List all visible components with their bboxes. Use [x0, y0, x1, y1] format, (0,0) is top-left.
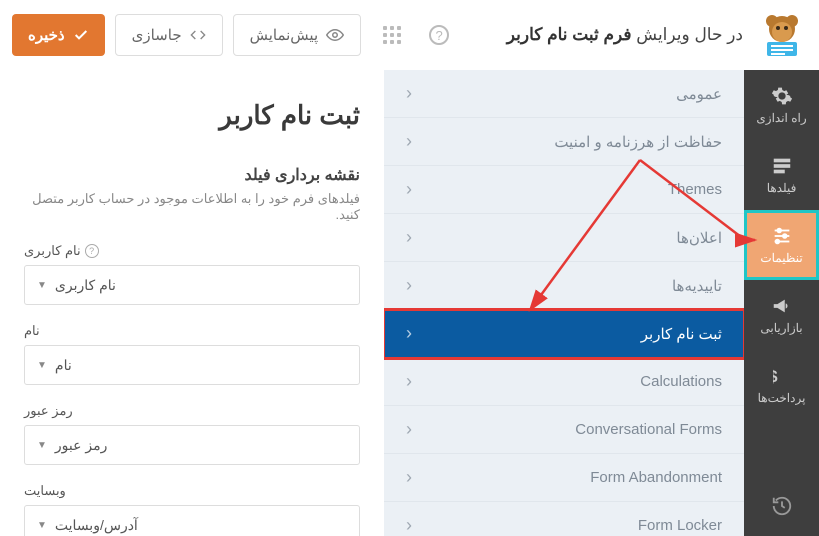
- settings-item-themes[interactable]: Themes‹: [384, 166, 744, 214]
- sidenav-marketing[interactable]: بازاریابی: [744, 280, 819, 350]
- settings-item-abandonment[interactable]: Form Abandonment‹: [384, 454, 744, 502]
- chevron-left-icon: ‹: [406, 275, 412, 296]
- username-select[interactable]: نام کاربری▼: [24, 265, 360, 305]
- sidenav-fields[interactable]: فیلدها: [744, 140, 819, 210]
- settings-panel: ثبت نام کاربر نقشه برداری فیلد فیلدهای ف…: [0, 70, 384, 536]
- caret-down-icon: ▼: [37, 360, 47, 371]
- dollar-icon: $: [773, 365, 791, 387]
- app-logo: [757, 10, 807, 60]
- caret-down-icon: ▼: [37, 280, 47, 291]
- gear-icon: [771, 85, 793, 107]
- history-icon[interactable]: [744, 476, 819, 536]
- chevron-left-icon: ‹: [406, 179, 412, 200]
- name-label: نام: [24, 323, 360, 339]
- settings-item-user-registration[interactable]: ثبت نام کاربر‹: [384, 310, 744, 358]
- chevron-left-icon: ‹: [406, 83, 412, 104]
- preview-button[interactable]: پیش‌نمایش: [233, 14, 362, 56]
- eye-icon: [326, 26, 344, 44]
- field-mapping-heading: نقشه برداری فیلد: [24, 165, 360, 185]
- caret-down-icon: ▼: [37, 520, 47, 531]
- caret-down-icon: ▼: [37, 440, 47, 451]
- page-title: در حال ویرایش فرم ثبت نام کاربر: [507, 25, 743, 45]
- chevron-left-icon: ‹: [406, 323, 412, 344]
- sidenav-payments[interactable]: $ پرداخت‌ها: [744, 350, 819, 420]
- sidenav-setup[interactable]: راه اندازی: [744, 70, 819, 140]
- chevron-left-icon: ‹: [406, 515, 412, 536]
- settings-item-calculations[interactable]: Calculations‹: [384, 358, 744, 406]
- website-label: وبسایت: [24, 483, 360, 499]
- name-select[interactable]: نام▼: [24, 345, 360, 385]
- chevron-left-icon: ‹: [406, 227, 412, 248]
- help-icon[interactable]: ?: [429, 25, 449, 45]
- apps-grid-icon[interactable]: [383, 26, 401, 44]
- field-mapping-description: فیلدهای فرم خود را به اطلاعات موجود در ح…: [24, 191, 360, 223]
- settings-item-confirmations[interactable]: تاییدیه‌ها‹: [384, 262, 744, 310]
- code-icon: [190, 27, 206, 43]
- form-icon: [771, 155, 793, 177]
- password-select[interactable]: رمز عبور▼: [24, 425, 360, 465]
- check-icon: [73, 27, 89, 43]
- chevron-left-icon: ‹: [406, 131, 412, 152]
- chevron-left-icon: ‹: [406, 419, 412, 440]
- settings-list: عمومی‹ حفاظت از هرزنامه و امنیت‹ Themes‹…: [384, 70, 744, 536]
- chevron-left-icon: ‹: [406, 467, 412, 488]
- password-label: رمز عبور: [24, 403, 360, 419]
- settings-item-conversational[interactable]: Conversational Forms‹: [384, 406, 744, 454]
- website-select[interactable]: آدرس/وبسایت▼: [24, 505, 360, 536]
- settings-item-general[interactable]: عمومی‹: [384, 70, 744, 118]
- settings-item-notifications[interactable]: اعلان‌ها‹: [384, 214, 744, 262]
- sidenav-settings[interactable]: تنظیمات: [744, 210, 819, 280]
- settings-item-spam[interactable]: حفاظت از هرزنامه و امنیت‹: [384, 118, 744, 166]
- sliders-icon: [771, 225, 793, 247]
- help-icon[interactable]: ?: [85, 244, 99, 258]
- username-label: ?نام کاربری: [24, 243, 360, 259]
- save-button[interactable]: ذخیره: [12, 14, 105, 56]
- svg-text:$: $: [773, 368, 778, 386]
- embed-button[interactable]: جاسازی: [115, 14, 223, 56]
- chevron-left-icon: ‹: [406, 371, 412, 392]
- settings-item-locker[interactable]: Form Locker‹: [384, 502, 744, 536]
- bullhorn-icon: [771, 295, 793, 317]
- panel-title: ثبت نام کاربر: [24, 100, 360, 131]
